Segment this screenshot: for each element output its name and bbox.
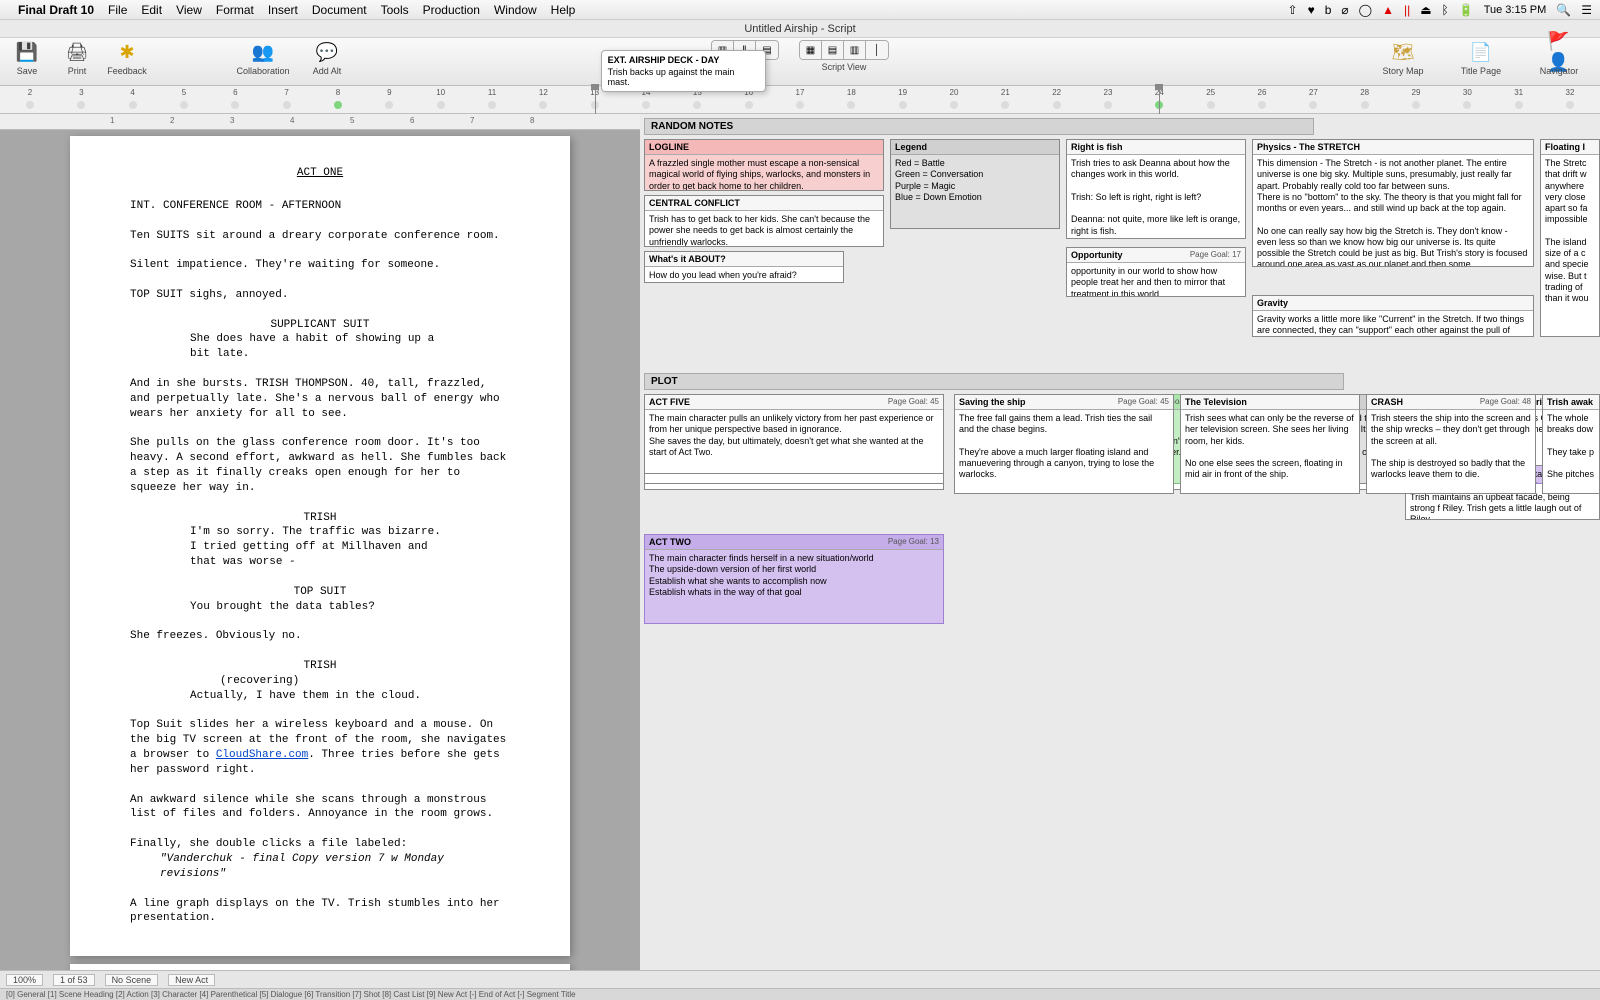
card-opportunity[interactable]: OpportunityPage Goal: 17opportunity in o… — [1066, 247, 1246, 297]
script-page-1[interactable]: ACT ONE INT. CONFERENCE ROOM - AFTERNOON… — [70, 136, 570, 956]
section-random-notes: RANDOM NOTES — [644, 118, 1314, 135]
scriptview-segmented[interactable]: ▦▤▥│ — [799, 40, 889, 60]
script-pane: 123 456 78 ACT ONE INT. CONFERENCE ROOM … — [0, 114, 640, 970]
save-button[interactable]: 💾Save — [6, 40, 48, 76]
collaboration-button[interactable]: 👥Collaboration — [228, 40, 298, 76]
card-act-five[interactable]: ACT FIVEPage Goal: 45The main character … — [644, 394, 944, 474]
status-icon: ⌀ — [1341, 3, 1348, 17]
menu-help[interactable]: Help — [551, 3, 576, 17]
card-saving[interactable]: Saving the shipPage Goal: 45The free fal… — [954, 394, 1174, 494]
search-icon[interactable]: 🔍 — [1556, 3, 1571, 17]
card-fish[interactable]: Right is fishTrish tries to ask Deanna a… — [1066, 139, 1246, 239]
card-physics[interactable]: Physics - The STRETCHThis dimension - Th… — [1252, 139, 1534, 267]
storymap-button[interactable]: 🗺Story Map — [1368, 40, 1438, 76]
app-name[interactable]: Final Draft 10 — [18, 3, 94, 17]
status-icon: ⇧ — [1288, 3, 1298, 17]
card-awakens[interactable]: Trish awakThe whole breaks dow They take… — [1542, 394, 1600, 494]
bluetooth-icon: ᛒ — [1442, 3, 1449, 17]
card-logline[interactable]: LOGLINEA frazzled single mother must esc… — [644, 139, 884, 191]
menu-production[interactable]: Production — [423, 3, 480, 17]
print-button[interactable]: 🖨Print — [56, 40, 98, 76]
add-alt-button[interactable]: 💬Add Alt — [306, 40, 348, 76]
page-ruler: 123 456 78 — [0, 114, 640, 130]
card-crash[interactable]: CRASHPage Goal: 48Trish steers the ship … — [1366, 394, 1536, 494]
page-indicator: 1 of 53 — [53, 974, 95, 986]
card-conflict[interactable]: CENTRAL CONFLICTTrish has to get back to… — [644, 195, 884, 247]
beat-board[interactable]: RANDOM NOTES LOGLINEA frazzled single mo… — [640, 114, 1600, 970]
menu-file[interactable]: File — [108, 3, 127, 17]
menu-window[interactable]: Window — [494, 3, 537, 17]
window-title: Untitled Airship - Script — [0, 20, 1600, 38]
card-television[interactable]: The TelevisionTrish sees what can only b… — [1180, 394, 1360, 494]
feedback-button[interactable]: ✱Feedback — [106, 40, 148, 76]
card-legend[interactable]: LegendRed = Battle Green = Conversation … — [890, 139, 1060, 229]
menu-document[interactable]: Document — [312, 3, 367, 17]
status-icon: ⏏ — [1420, 3, 1431, 17]
status-icon: ◯ — [1359, 3, 1372, 17]
titlepage-button[interactable]: 📄Title Page — [1446, 40, 1516, 76]
scene-indicator[interactable]: No Scene — [105, 974, 159, 986]
menu-edit[interactable]: Edit — [141, 3, 162, 17]
status-icon: ♥ — [1308, 3, 1315, 17]
battery-icon: 🔋 — [1459, 3, 1474, 17]
menu-insert[interactable]: Insert — [268, 3, 298, 17]
zoom-level[interactable]: 100% — [6, 974, 43, 986]
card-act-two[interactable]: ACT TWOPage Goal: 13The main character f… — [644, 534, 944, 624]
menu-format[interactable]: Format — [216, 3, 254, 17]
status-icon: || — [1404, 3, 1410, 17]
act-indicator[interactable]: New Act — [168, 974, 215, 986]
scene-tooltip: EXT. AIRSHIP DECK - DAY Trish backs up a… — [601, 50, 766, 92]
status-bar: 100% 1 of 53 No Scene New Act — [0, 970, 1600, 988]
navigator-button[interactable]: 🚩👤Navigator — [1524, 40, 1594, 76]
menu-icon[interactable]: ☰ — [1581, 3, 1592, 17]
status-icon: b — [1325, 3, 1332, 17]
clock: Tue 3:15 PM — [1484, 4, 1547, 16]
element-shortcuts: [0] General [1] Scene Heading [2] Action… — [0, 988, 1600, 1000]
card-gravity[interactable]: GravityGravity works a little more like … — [1252, 295, 1534, 337]
status-icon: ▲ — [1382, 3, 1394, 17]
card-floating-islands[interactable]: Floating IThe Stretc that drift w anywhe… — [1540, 139, 1600, 337]
mac-menubar: Final Draft 10 File Edit View Format Ins… — [0, 0, 1600, 20]
script-page-2[interactable]: Untitled Airship - Script2. TRISH We're … — [70, 964, 570, 970]
timeline-ruler[interactable]: 2345678910111213141516171819202122232425… — [0, 86, 1600, 114]
section-plot: PLOT — [644, 373, 1344, 390]
toolbar: 💾Save 🖨Print ✱Feedback 👥Collaboration 💬A… — [0, 38, 1600, 86]
menu-view[interactable]: View — [176, 3, 202, 17]
menu-tools[interactable]: Tools — [381, 3, 409, 17]
card-about[interactable]: What's it ABOUT?How do you lead when you… — [644, 251, 844, 283]
